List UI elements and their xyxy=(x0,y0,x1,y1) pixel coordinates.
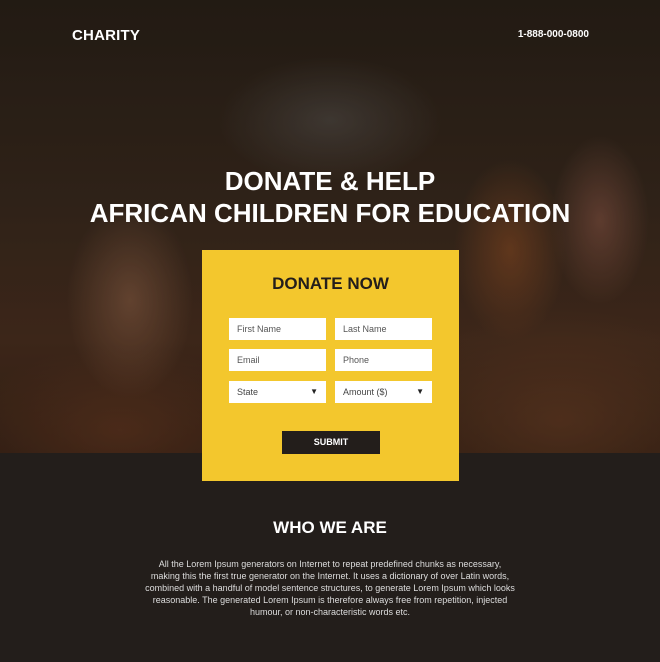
header-phone-number[interactable]: 1-888-000-0800 xyxy=(518,29,589,40)
last-name-input[interactable] xyxy=(335,318,432,340)
caret-down-icon: ▼ xyxy=(416,387,424,396)
state-select[interactable]: State ▼ xyxy=(229,381,326,403)
donate-form: DONATE NOW State ▼ Amount ($) ▼ SUBMIT xyxy=(202,250,459,481)
about-section-title: WHO WE ARE xyxy=(273,518,387,537)
hero-headline-line1: DONATE & HELP xyxy=(224,166,436,196)
hero-headline-line2: AFRICAN CHILDREN FOR EDUCATION xyxy=(89,198,571,228)
phone-input[interactable] xyxy=(335,349,432,371)
form-title: DONATE NOW xyxy=(272,274,389,293)
email-input[interactable] xyxy=(229,349,326,371)
state-select-value: State xyxy=(237,387,259,397)
about-section-text: All the Lorem Ipsum generators on Intern… xyxy=(145,559,515,617)
brand-logo[interactable]: CHARITY xyxy=(72,27,140,44)
first-name-input[interactable] xyxy=(229,318,326,340)
caret-down-icon: ▼ xyxy=(310,387,318,396)
submit-button[interactable]: SUBMIT xyxy=(282,431,380,454)
amount-select[interactable]: Amount ($) ▼ xyxy=(335,381,432,403)
amount-select-value: Amount ($) xyxy=(343,387,388,397)
